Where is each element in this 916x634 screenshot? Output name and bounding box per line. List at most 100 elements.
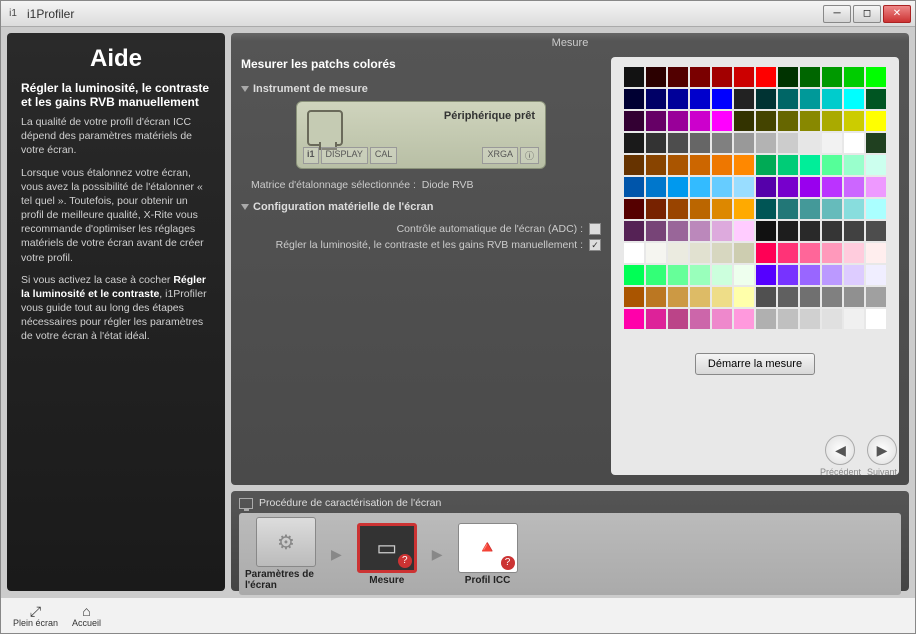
color-patch: [756, 155, 776, 175]
workflow-step-1[interactable]: ▭?Mesure: [346, 523, 428, 586]
color-patch: [668, 221, 688, 241]
device-icon: [307, 110, 343, 146]
start-measure-button[interactable]: Démarre la mesure: [695, 353, 815, 375]
color-patch: [624, 155, 644, 175]
prev-button[interactable]: ◀: [825, 435, 855, 465]
color-patch: [756, 265, 776, 285]
color-patch: [756, 89, 776, 109]
color-patch: [866, 111, 886, 131]
step-label: Profil ICC: [465, 575, 511, 586]
instrument-subsection[interactable]: Instrument de mesure: [241, 83, 601, 95]
fullscreen-icon: ⤢: [30, 604, 41, 618]
workflow-step-0[interactable]: ⚙Paramètres de l'écran: [245, 517, 327, 591]
color-patch: [734, 221, 754, 241]
help-subtitle: Régler la luminosité, le contraste et le…: [21, 81, 211, 109]
color-patch: [756, 133, 776, 153]
help-title: Aide: [21, 45, 211, 73]
color-patch: [668, 265, 688, 285]
color-patch: [822, 67, 842, 87]
color-patch: [646, 67, 666, 87]
step-thumb: ▭?: [357, 523, 417, 573]
color-patch: [668, 111, 688, 131]
color-patch: [690, 221, 710, 241]
color-patch: [734, 287, 754, 307]
help-paragraph-3: Si vous activez la case à cocher Régler …: [21, 273, 211, 344]
color-patch: [778, 155, 798, 175]
color-patch: [844, 111, 864, 131]
titlebar: i1 i1Profiler ─ ◻ ✕: [1, 1, 915, 27]
color-patch: [624, 111, 644, 131]
color-patch: [866, 309, 886, 329]
device-tab-cal[interactable]: CAL: [370, 147, 398, 164]
color-patch: [734, 67, 754, 87]
color-patch: [756, 177, 776, 197]
color-patch: [866, 67, 886, 87]
color-patch: [624, 199, 644, 219]
color-patch: [866, 89, 886, 109]
color-patch: [844, 155, 864, 175]
color-patch: [624, 243, 644, 263]
color-patch: [712, 155, 732, 175]
color-patch: [844, 133, 864, 153]
color-patch: [712, 199, 732, 219]
color-patch: [844, 309, 864, 329]
color-patch: [800, 287, 820, 307]
color-patch: [668, 243, 688, 263]
color-patch: [668, 133, 688, 153]
color-patch: [734, 199, 754, 219]
calibration-matrix-line: Matrice d'étalonnage sélectionnée : Diod…: [251, 179, 601, 191]
color-patch: [690, 265, 710, 285]
device-tab-xrga[interactable]: XRGA: [482, 147, 518, 164]
color-patch: [844, 177, 864, 197]
color-patch: [778, 243, 798, 263]
color-patch: [712, 89, 732, 109]
color-patch: [800, 221, 820, 241]
color-patch: [756, 309, 776, 329]
content-inner: Mesurer les patchs colorés Instrument de…: [231, 51, 909, 485]
color-patch: [800, 177, 820, 197]
color-patch: [734, 133, 754, 153]
color-patch: [690, 199, 710, 219]
close-button[interactable]: ✕: [883, 5, 911, 23]
cfg-row-adc: Contrôle automatique de l'écran (ADC) :: [251, 223, 601, 235]
next-button[interactable]: ▶: [867, 435, 897, 465]
color-patch: [734, 177, 754, 197]
color-patch: [712, 67, 732, 87]
color-patch: [690, 155, 710, 175]
color-patch: [844, 221, 864, 241]
prev-label: Précédent: [820, 467, 861, 477]
color-patch: [690, 111, 710, 131]
nav-arrows: ◀ Précédent ▶ Suivant: [820, 435, 897, 477]
config-subsection[interactable]: Configuration matérielle de l'écran: [241, 201, 601, 213]
settings-column: Mesurer les patchs colorés Instrument de…: [241, 57, 601, 475]
color-patch: [778, 111, 798, 131]
maximize-button[interactable]: ◻: [853, 5, 881, 23]
home-button[interactable]: ⌂ Accueil: [72, 604, 101, 628]
device-info-icon[interactable]: ⓘ: [520, 147, 539, 164]
next-label: Suivant: [867, 467, 897, 477]
main-panel: Mesure Mesurer les patchs colorés Instru…: [231, 33, 909, 591]
color-patch: [844, 265, 864, 285]
help-panel: Aide Régler la luminosité, le contraste …: [7, 33, 225, 591]
color-patch: [690, 243, 710, 263]
adc-checkbox[interactable]: [589, 223, 601, 235]
fullscreen-button[interactable]: ⤢ Plein écran: [13, 604, 58, 628]
device-status-text: Périphérique prêt: [444, 110, 535, 122]
manual-rgb-checkbox[interactable]: ✓: [589, 239, 601, 251]
color-patch: [690, 67, 710, 87]
color-patch: [800, 89, 820, 109]
color-patch: [822, 287, 842, 307]
window-title: i1Profiler: [27, 7, 823, 21]
color-patch: [778, 89, 798, 109]
color-patch: [822, 221, 842, 241]
workflow-step-2[interactable]: 🔺?Profil ICC: [447, 523, 529, 586]
color-patch: [778, 177, 798, 197]
step-label: Paramètres de l'écran: [245, 569, 327, 591]
color-patch: [646, 199, 666, 219]
device-tab-display[interactable]: DISPLAY: [321, 147, 368, 164]
minimize-button[interactable]: ─: [823, 5, 851, 23]
color-patch: [690, 287, 710, 307]
color-patch: [800, 67, 820, 87]
color-patch: [800, 309, 820, 329]
color-patch: [756, 111, 776, 131]
